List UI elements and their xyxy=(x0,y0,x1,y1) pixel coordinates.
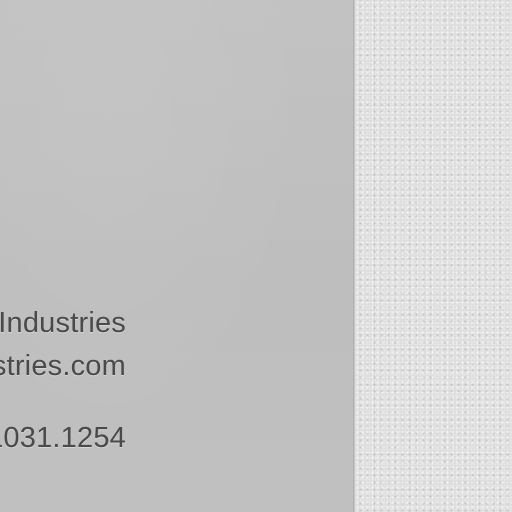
company-name-text: egagon Industries xyxy=(0,307,126,339)
about-window: egagon Industries gonindustries.com n: 0… xyxy=(0,0,512,512)
about-info-panel: egagon Industries gonindustries.com n: 0… xyxy=(0,0,353,512)
version-text: n: 0.03.1031.1254 xyxy=(0,422,126,454)
textured-background-panel xyxy=(355,0,512,512)
website-link[interactable]: gonindustries.com xyxy=(0,352,126,381)
